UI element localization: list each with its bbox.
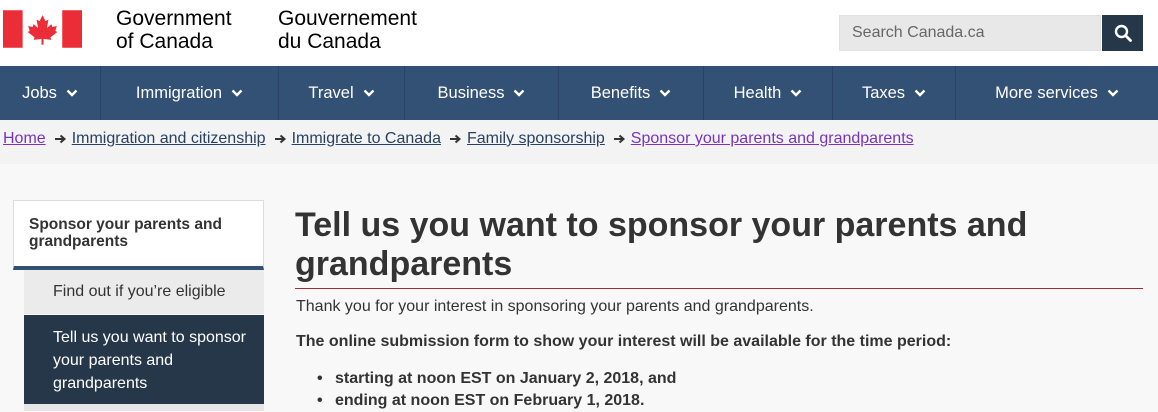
chevron-down-icon [790, 89, 802, 97]
menu-item-label: Benefits [590, 83, 651, 102]
chevron-down-icon [659, 89, 671, 97]
chevron-down-icon [231, 89, 243, 97]
breadcrumb: Home Immigration and citizenship Immigra… [3, 130, 914, 148]
breadcrumb-link-immigrate[interactable]: Immigrate to Canada [292, 130, 441, 148]
menu-item-label: Health [733, 83, 782, 102]
signature-english[interactable]: Government of Canada [116, 7, 232, 53]
sidebar-item-label: Tell us you want to sponsor your parents… [53, 329, 246, 392]
signature-en-line-2: of Canada [116, 30, 213, 53]
sidebar-item-tell-us[interactable]: Tell us you want to sponsor your parents… [24, 315, 264, 404]
arrow-right-icon [54, 134, 66, 144]
arrow-right-icon [449, 134, 461, 144]
arrow-right-icon [613, 134, 625, 144]
list-item: ending at noon EST on February 1, 2018. [296, 390, 676, 412]
menu-item-more-services[interactable]: More services [956, 66, 1158, 120]
main-menu: Jobs Immigration Travel Business Benefit… [0, 66, 1158, 120]
chevron-down-icon [66, 89, 78, 97]
sidebar-item-next[interactable] [24, 404, 264, 411]
menu-item-label: Immigration [135, 83, 223, 102]
menu-item-label: Jobs [22, 83, 57, 102]
search-button[interactable] [1102, 15, 1143, 51]
sidebar-heading[interactable]: Sponsor your parents and grandparents [13, 200, 264, 270]
list-item: starting at noon EST on January 2, 2018,… [296, 368, 676, 390]
intro-text: Thank you for your interest in sponsorin… [296, 298, 814, 315]
menu-item-label: Taxes [861, 83, 906, 102]
menu-item-immigration[interactable]: Immigration [101, 66, 279, 120]
signature-french[interactable]: Gouvernement du Canada [278, 7, 417, 53]
search-input[interactable] [839, 15, 1101, 51]
chevron-down-icon [1107, 89, 1119, 97]
availability-lead: The online submission form to show your … [296, 333, 952, 350]
breadcrumb-link-immigration[interactable]: Immigration and citizenship [72, 130, 266, 148]
sidebar-item-label: Find out if you’re eligible [53, 283, 226, 300]
breadcrumb-link-parents[interactable]: Sponsor your parents and grandparents [631, 130, 914, 148]
chevron-down-icon [363, 89, 374, 97]
title-divider [295, 288, 1143, 289]
signature-fr-line-2: du Canada [278, 30, 381, 53]
site-header: Government of Canada Gouvernement du Can… [0, 0, 1158, 66]
menu-item-travel[interactable]: Travel [279, 66, 405, 120]
breadcrumb-link-family[interactable]: Family sponsorship [467, 130, 605, 148]
sidebar-heading-label: Sponsor your parents and grandparents [29, 216, 222, 250]
availability-list: starting at noon EST on January 2, 2018,… [296, 368, 676, 412]
search-icon [1114, 24, 1132, 42]
chevron-down-icon [514, 89, 525, 97]
page-title: Tell us you want to sponsor your parents… [295, 206, 1028, 283]
signature-en-line-1: Government [116, 7, 232, 30]
signature-fr-line-1: Gouvernement [278, 7, 417, 30]
menu-item-business[interactable]: Business [405, 66, 559, 120]
arrow-right-icon [274, 134, 286, 144]
menu-item-jobs[interactable]: Jobs [0, 66, 101, 120]
menu-item-taxes[interactable]: Taxes [833, 66, 956, 120]
menu-item-benefits[interactable]: Benefits [559, 66, 704, 120]
menu-item-label: Business [437, 83, 505, 102]
menu-item-health[interactable]: Health [704, 66, 833, 120]
menu-item-label: More services [995, 83, 1098, 102]
canada-flag-icon[interactable] [3, 10, 82, 48]
sidebar-item-eligibility[interactable]: Find out if you’re eligible [24, 270, 264, 314]
menu-item-label: Travel [308, 83, 354, 102]
chevron-down-icon [914, 89, 926, 97]
breadcrumb-link-home[interactable]: Home [3, 130, 46, 148]
